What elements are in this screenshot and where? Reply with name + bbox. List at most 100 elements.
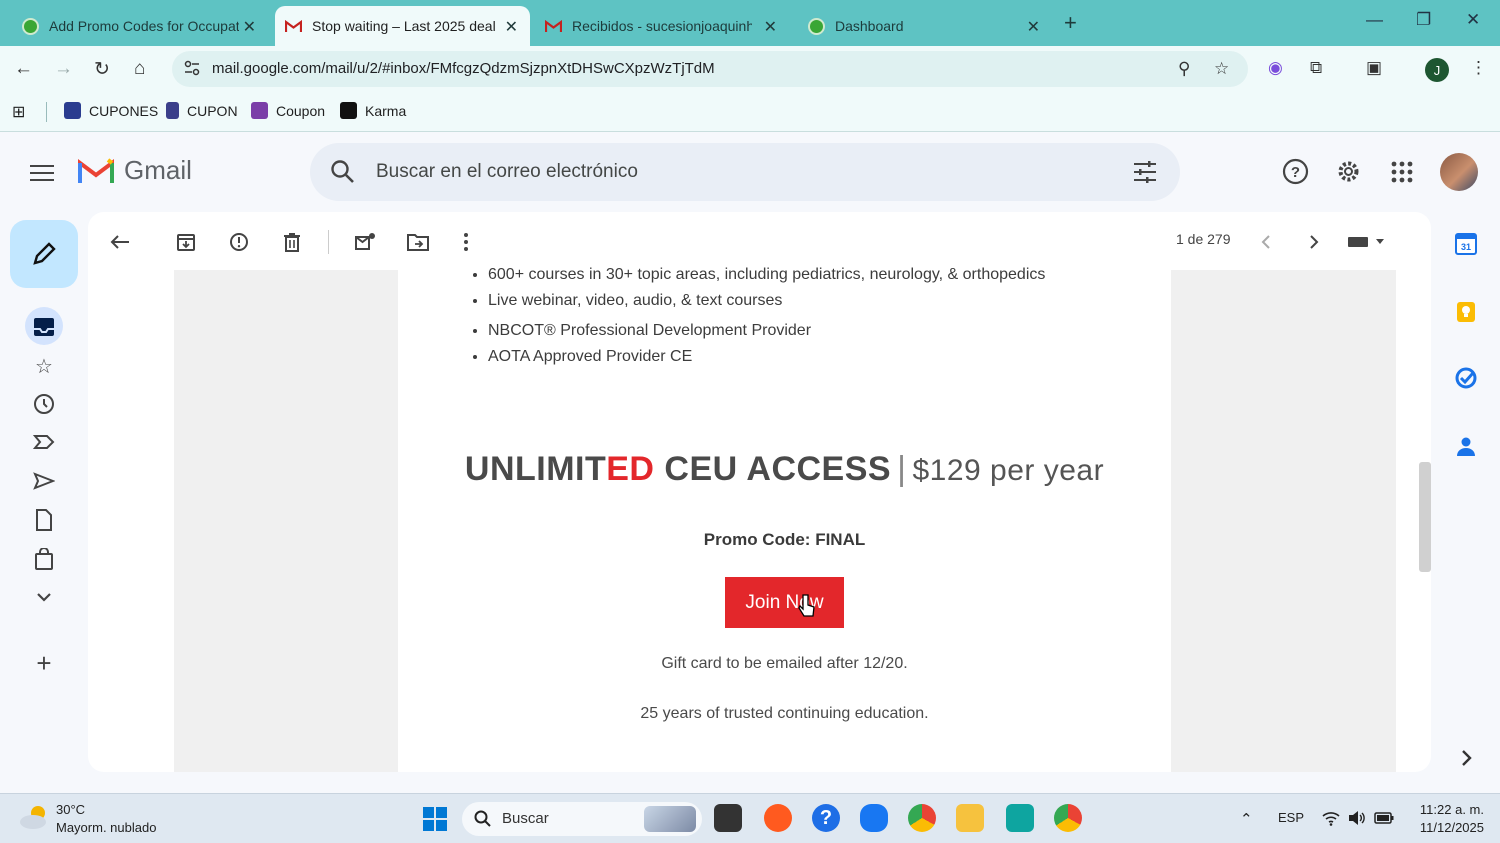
report-spam-icon[interactable] (227, 230, 251, 254)
contacts-icon[interactable] (1454, 434, 1478, 458)
help-app-icon[interactable]: ? (812, 804, 840, 832)
profile-avatar[interactable]: J (1425, 58, 1449, 82)
compose-button[interactable] (10, 220, 78, 288)
more-chevron-down-icon[interactable] (32, 585, 56, 609)
mark-unread-icon[interactable] (353, 230, 377, 254)
forward-arrow-icon[interactable]: → (54, 58, 73, 80)
gmail-m-icon (78, 157, 114, 183)
scrollbar-thumb[interactable] (1419, 462, 1431, 572)
weather-cloud-icon[interactable] (18, 803, 52, 833)
banner-text: CEU ACCESS (654, 450, 892, 488)
bookmark-cupones[interactable]: CUPONES (64, 102, 158, 119)
taskbar-app-icon[interactable] (714, 804, 742, 832)
tab-search-icon[interactable]: ▣ (1366, 58, 1382, 78)
battery-icon[interactable] (1374, 810, 1394, 826)
file-explorer-icon[interactable] (956, 804, 984, 832)
delete-trash-icon[interactable] (280, 230, 304, 254)
address-bar[interactable]: mail.google.com/mail/u/2/#inbox/FMfcgzQd… (172, 51, 1248, 87)
bookmark-cupon[interactable]: CUPON (166, 102, 238, 119)
account-avatar[interactable] (1440, 153, 1478, 191)
close-window-icon[interactable]: ✕ (1466, 10, 1480, 30)
windows-start-icon[interactable] (422, 806, 448, 832)
chrome-icon[interactable] (908, 804, 936, 832)
minimize-window-icon[interactable]: — (1366, 10, 1383, 30)
bookmark-favicon-icon (340, 102, 357, 119)
expand-side-panel-chevron-icon[interactable] (1454, 746, 1478, 770)
tab-title: Recibidos - sucesionjoaquinher (572, 18, 752, 34)
pencil-icon (33, 242, 56, 265)
reload-icon[interactable]: ↻ (94, 58, 110, 81)
taskbar-search-box[interactable]: Buscar (462, 802, 702, 836)
back-to-inbox-icon[interactable] (108, 230, 132, 254)
zoom-icon[interactable]: ⚲ (1178, 59, 1190, 79)
settings-gear-icon[interactable] (1335, 158, 1362, 185)
older-chevron-right-icon[interactable] (1302, 230, 1326, 254)
chrome-profile-icon[interactable] (1054, 804, 1082, 832)
gift-card-note: Gift card to be emailed after 12/20. (661, 655, 908, 672)
snoozed-clock-icon[interactable] (32, 392, 56, 416)
important-label-icon[interactable] (32, 430, 56, 454)
gmail-logo[interactable]: Gmail (78, 155, 192, 186)
gmail-favicon-icon (285, 18, 302, 35)
restore-window-icon[interactable]: ❐ (1416, 10, 1431, 30)
starred-icon[interactable]: ☆ (32, 354, 56, 378)
calendar-icon[interactable]: 31 (1454, 232, 1478, 256)
weather-widget[interactable]: 30°C Mayorm. nublado (56, 801, 156, 837)
tab-stop-waiting[interactable]: Stop waiting – Last 2025 deal is ✕ (275, 6, 530, 46)
tab-add-promo-codes[interactable]: Add Promo Codes for Occupati ✕ (0, 6, 272, 46)
input-tools-keyboard-icon[interactable] (1346, 230, 1386, 254)
tray-overflow-chevron-icon[interactable]: ⌃ (1240, 810, 1253, 828)
site-favicon-icon (808, 17, 825, 35)
taskbar-app-icon[interactable] (764, 804, 792, 832)
wifi-icon[interactable] (1322, 810, 1340, 826)
newer-chevron-left-icon[interactable] (1254, 230, 1278, 254)
back-arrow-icon[interactable]: ← (14, 58, 33, 80)
new-tab-plus-icon[interactable]: + (1064, 10, 1077, 36)
help-icon[interactable]: ? (1282, 158, 1309, 185)
bookmark-star-icon[interactable]: ☆ (1214, 59, 1229, 79)
purchases-bag-icon[interactable] (32, 547, 56, 571)
sent-icon[interactable] (32, 469, 56, 493)
home-icon[interactable]: ⌂ (134, 58, 145, 80)
extensions-puzzle-icon[interactable]: ⧉ (1310, 58, 1322, 78)
extension-icon[interactable]: ◉ (1268, 58, 1283, 78)
search-options-icon[interactable] (1132, 160, 1158, 184)
taskbar-app-icon[interactable] (1006, 804, 1034, 832)
google-apps-grid-icon[interactable] (1390, 160, 1414, 184)
tab-dashboard[interactable]: Dashboard ✕ (796, 6, 1056, 46)
tasks-icon[interactable] (1454, 366, 1478, 390)
archive-icon[interactable] (174, 230, 198, 254)
main-menu-icon[interactable] (30, 160, 54, 186)
mail-search-bar[interactable]: Buscar en el correo electrónico (310, 143, 1180, 201)
site-info-icon[interactable] (184, 60, 200, 76)
gmail-logo-text: Gmail (124, 155, 192, 185)
bookmark-karma[interactable]: Karma (340, 102, 406, 119)
close-tab-icon[interactable]: ✕ (505, 17, 518, 37)
browser-tab-strip: Add Promo Codes for Occupati ✕ Stop wait… (0, 0, 1500, 46)
close-tab-icon[interactable]: ✕ (243, 17, 256, 37)
taskbar-app-icon[interactable] (860, 804, 888, 832)
search-highlight-image (644, 806, 696, 832)
more-options-icon[interactable] (454, 230, 478, 254)
bookmark-favicon-icon (64, 102, 81, 119)
move-to-folder-icon[interactable] (406, 230, 430, 254)
feature-item: Live webinar, video, audio, & text cours… (488, 288, 1045, 314)
clock-date: 11/12/2025 (1419, 820, 1484, 835)
volume-icon[interactable] (1348, 810, 1366, 826)
close-tab-icon[interactable]: ✕ (764, 17, 777, 37)
bookmark-coupon[interactable]: Coupon (251, 102, 325, 119)
inbox-icon[interactable] (32, 315, 56, 339)
new-label-plus-icon[interactable]: + (32, 648, 56, 678)
join-now-button[interactable]: Join Now (725, 577, 844, 628)
bookmark-favicon-icon (251, 102, 268, 119)
tab-recibidos[interactable]: Recibidos - sucesionjoaquinher ✕ (533, 6, 793, 46)
input-language[interactable]: ESP (1278, 810, 1304, 825)
close-tab-icon[interactable]: ✕ (1027, 17, 1040, 37)
keep-notes-icon[interactable] (1454, 300, 1478, 324)
message-pagination: 1 de 279 (1176, 231, 1231, 247)
drafts-icon[interactable] (32, 508, 56, 532)
apps-grid-icon[interactable]: ⊞ (12, 102, 25, 122)
search-icon[interactable] (330, 159, 356, 185)
chrome-menu-icon[interactable]: ⋮ (1470, 58, 1487, 78)
taskbar-clock[interactable]: 11:22 a. m. 11/12/2025 (1404, 801, 1484, 837)
